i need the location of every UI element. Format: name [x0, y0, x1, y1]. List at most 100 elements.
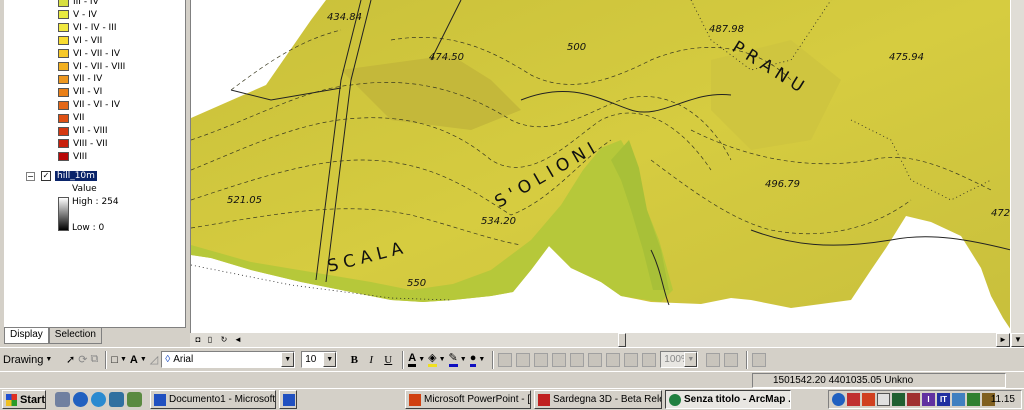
- tray-network-icon[interactable]: [832, 393, 845, 406]
- drawing-menu[interactable]: Drawing ▼: [3, 351, 63, 369]
- dropdown-arrow-icon[interactable]: ▼: [684, 352, 698, 367]
- zoom-in-icon[interactable]: [498, 352, 513, 367]
- layout-view-icon[interactable]: ▯: [204, 334, 216, 346]
- tray-display-icon[interactable]: [952, 393, 965, 406]
- quicklaunch-app-icon[interactable]: [127, 392, 142, 407]
- legend-swatch[interactable]: [58, 10, 69, 20]
- taskbar-item-word-doc[interactable]: Documento1 - Microsoft ...: [150, 390, 276, 409]
- change-layout-icon[interactable]: [752, 352, 767, 367]
- font-size-value: 10: [305, 354, 317, 365]
- rectangle-tool-icon[interactable]: □ ▼: [111, 351, 127, 369]
- tray-acrobat-icon[interactable]: [862, 393, 875, 406]
- pen-icon: ✎: [448, 352, 458, 367]
- legend-label: VI - VII - IV: [73, 48, 121, 59]
- word-icon: [154, 393, 166, 406]
- vertical-scrollbar[interactable]: ▼: [1010, 0, 1024, 347]
- zoom-100-icon[interactable]: [606, 352, 621, 367]
- topographic-map: 434.84 474.50 500 487.98 475.94 521.05 5…: [191, 0, 1010, 329]
- show-desktop-icon[interactable]: [55, 392, 70, 407]
- legend-swatch[interactable]: [58, 49, 69, 59]
- bold-button[interactable]: B: [347, 351, 361, 369]
- edit-vertices-icon[interactable]: ◿: [150, 351, 158, 369]
- start-button[interactable]: Start: [2, 390, 46, 409]
- taskbar-item-arcmap[interactable]: Senza titolo - ArcMap ...: [665, 390, 791, 409]
- focus-frame-icon[interactable]: [724, 352, 739, 367]
- fixed-zoom-out-icon[interactable]: [570, 352, 585, 367]
- font-size-select[interactable]: 10 ▼: [301, 351, 338, 368]
- tab-display[interactable]: Display: [4, 328, 49, 344]
- tray-antivirus-icon[interactable]: [847, 393, 860, 406]
- clock[interactable]: 11.15: [991, 394, 1015, 405]
- legend-swatch[interactable]: [58, 139, 69, 149]
- previous-extent-icon[interactable]: [624, 352, 639, 367]
- outlook-icon[interactable]: [109, 392, 124, 407]
- taskbar-item-powerpoint[interactable]: Microsoft PowerPoint - [P...: [405, 390, 531, 409]
- zoom-out-icon[interactable]: [516, 352, 531, 367]
- task-label: Microsoft PowerPoint - [P...: [424, 394, 531, 405]
- zoom-percent-select[interactable]: 100% ▼: [660, 351, 699, 368]
- scroll-left-icon[interactable]: ◄: [232, 334, 244, 346]
- data-view-icon[interactable]: ◘: [192, 334, 204, 346]
- select-elements-icon[interactable]: ➚: [66, 351, 75, 369]
- legend-swatch[interactable]: [58, 87, 69, 97]
- tray-update-icon[interactable]: [892, 393, 905, 406]
- zoom-whole-page-icon[interactable]: ⧉: [90, 351, 98, 369]
- horizontal-scrollbar[interactable]: ◘ ▯ ↻ ◄ ►: [190, 333, 1010, 347]
- full-extent-icon[interactable]: [588, 352, 603, 367]
- map-view[interactable]: 434.84 474.50 500 487.98 475.94 521.05 5…: [190, 0, 1010, 333]
- marker-color-button[interactable]: ● ▼: [469, 351, 485, 369]
- legend-swatch[interactable]: [58, 62, 69, 71]
- legend-swatch[interactable]: [58, 23, 69, 33]
- legend-swatch[interactable]: [58, 36, 69, 46]
- browser-icon[interactable]: [91, 392, 106, 407]
- legend-swatch[interactable]: [58, 74, 69, 84]
- scroll-down-icon[interactable]: ▼: [1011, 333, 1024, 347]
- legend-label: VII - VI: [73, 87, 103, 98]
- windows-taskbar: Start Documento1 - Microsoft ... Microso…: [0, 388, 1024, 410]
- text-tool-icon[interactable]: A ▼: [130, 351, 147, 369]
- tray-app-icon[interactable]: [907, 393, 920, 406]
- pan-icon[interactable]: [534, 352, 549, 367]
- font-name-select[interactable]: ◊ Arial ▼: [161, 351, 296, 368]
- dropdown-arrow-icon[interactable]: ▼: [323, 352, 337, 367]
- rotate-icon[interactable]: ⟳: [78, 351, 87, 369]
- line-color-button[interactable]: ✎ ▼: [448, 351, 467, 369]
- tab-selection[interactable]: Selection: [48, 328, 102, 344]
- taskbar-item-sardegna-3d[interactable]: Sardegna 3D - Beta Release: [534, 390, 662, 409]
- fixed-zoom-in-icon[interactable]: [552, 352, 567, 367]
- refresh-icon[interactable]: ↻: [218, 334, 230, 346]
- word-icon: [283, 393, 295, 406]
- paint-bucket-icon: ◈: [428, 352, 437, 367]
- legend-label: VII - VIII: [73, 126, 108, 136]
- legend-swatch[interactable]: [58, 113, 69, 123]
- tray-usb-icon[interactable]: [877, 393, 890, 406]
- layer-row-hill-10m[interactable]: − ✓ hill_10m: [26, 170, 97, 182]
- elevation-label: 487.98: [709, 24, 744, 35]
- scroll-right-icon[interactable]: ►: [996, 333, 1010, 347]
- legend-swatch[interactable]: [58, 126, 69, 136]
- fill-color-button[interactable]: ◈ ▼: [428, 351, 446, 369]
- tray-sync-icon[interactable]: [967, 393, 980, 406]
- legend-swatch[interactable]: [58, 0, 69, 7]
- toggle-draft-icon[interactable]: [706, 352, 721, 367]
- legend-item: VII: [58, 112, 84, 124]
- tray-language-icon[interactable]: IT: [937, 393, 950, 406]
- scroll-thumb[interactable]: [618, 333, 626, 347]
- internet-explorer-icon[interactable]: [73, 392, 88, 407]
- font-color-button[interactable]: A ▼: [408, 351, 425, 369]
- tray-ime-icon[interactable]: I: [922, 393, 935, 406]
- underline-button[interactable]: U: [381, 351, 395, 369]
- layer-name[interactable]: hill_10m: [55, 171, 97, 181]
- next-extent-icon[interactable]: [642, 352, 657, 367]
- status-bar: 1501542.20 4401035.05 Unkno: [0, 371, 1024, 388]
- legend-item: VIII - VII: [58, 138, 108, 150]
- italic-button[interactable]: I: [364, 351, 378, 369]
- taskbar-item-word[interactable]: [279, 390, 297, 409]
- legend-swatch[interactable]: [58, 100, 69, 110]
- legend-swatch[interactable]: [58, 152, 69, 162]
- dropdown-arrow-icon[interactable]: ▼: [281, 352, 295, 367]
- layer-visibility-checkbox[interactable]: ✓: [41, 171, 51, 181]
- collapse-toggle-icon[interactable]: −: [26, 171, 35, 181]
- font-color-glyph: A: [408, 352, 417, 367]
- legend-label: III - IV: [73, 0, 99, 7]
